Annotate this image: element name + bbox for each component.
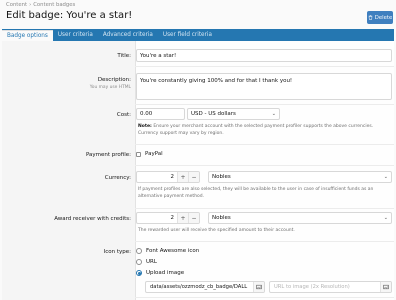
cost-label: Cost:	[116, 112, 131, 118]
cost-note-bold: Note:	[138, 124, 152, 129]
divider	[135, 297, 394, 298]
award-type-value: Nobles	[212, 215, 231, 221]
chevron-down-icon: ⌄	[271, 111, 276, 117]
minus-icon[interactable]: −	[188, 213, 199, 223]
plus-icon[interactable]: +	[177, 213, 188, 223]
currency-amount-stepper[interactable]: 2 + −	[136, 171, 200, 183]
tab-bar: Badge options User criteria Advanced cri…	[2, 29, 394, 41]
divider	[135, 104, 394, 105]
delete-button-label: Delete	[374, 14, 393, 21]
chevron-down-icon: ⌄	[383, 174, 388, 180]
delete-button[interactable]: Delete	[367, 11, 393, 24]
chevron-down-icon: ⌄	[383, 215, 388, 221]
currency-label: Currency:	[104, 175, 131, 181]
divider	[135, 241, 394, 242]
description-textarea[interactable]: You're constantly giving 100% and for th…	[136, 73, 392, 100]
icon-type-label: Icon type:	[103, 249, 131, 255]
title-label: Title:	[117, 53, 131, 59]
tab-user-field-criteria[interactable]: User field criteria	[158, 29, 217, 41]
image-path-value: data/assets/ozzmodz_cb_badge/DALL	[150, 284, 248, 290]
currency-note: If payment profiles are also selected, t…	[138, 187, 374, 199]
icon-type-fontawesome-label: Font Awesome icon	[146, 248, 200, 254]
image-path-input[interactable]: data/assets/ozzmodz_cb_badge/DALL	[145, 281, 265, 293]
currency-type-select[interactable]: Nobles ⌄	[208, 171, 392, 183]
page-title: Edit badge: You're a star!	[6, 10, 133, 21]
icon-type-fontawesome-radio[interactable]: Font Awesome icon	[136, 248, 199, 254]
award-amount-stepper[interactable]: 2 + −	[136, 212, 200, 224]
cost-note: Note: Ensure your merchant account with …	[138, 123, 390, 137]
icon-type-upload-label: Upload image	[146, 270, 185, 276]
currency-select-value: USD - US dollars	[191, 111, 236, 117]
badge-options-form: Title: You're a star! Description: You m…	[2, 41, 394, 300]
breadcrumb-item-content[interactable]: Content	[6, 2, 27, 8]
radio-icon	[136, 248, 142, 254]
payment-profile-label: Payment profile:	[85, 152, 131, 158]
cost-note-text: Ensure your merchant account with the se…	[138, 124, 374, 136]
retina-image-placeholder: URL to image (2x Resolution)	[274, 284, 350, 290]
currency-amount-value[interactable]: 2	[137, 172, 177, 182]
paypal-checkbox[interactable]: PayPal	[136, 151, 163, 157]
icon-type-url-radio[interactable]: URL	[136, 259, 157, 265]
upload-icon[interactable]	[380, 282, 391, 292]
minus-icon[interactable]: −	[188, 172, 199, 182]
award-receiver-label: Award receiver with credits:	[54, 216, 131, 222]
checkbox-icon	[136, 151, 141, 157]
retina-image-input[interactable]: URL to image (2x Resolution)	[269, 281, 392, 293]
breadcrumb-separator: ›	[29, 2, 32, 8]
award-amount-value[interactable]: 2	[137, 213, 177, 223]
radio-selected-icon	[136, 270, 142, 276]
currency-select[interactable]: USD - US dollars ⌄	[187, 108, 280, 120]
plus-icon[interactable]: +	[177, 172, 188, 182]
description-hint: You may use HTML	[89, 85, 131, 90]
divider	[135, 208, 394, 209]
description-label: Description:	[97, 77, 131, 83]
icon-type-url-label: URL	[146, 259, 157, 265]
tab-advanced-criteria[interactable]: Advanced criteria	[98, 29, 158, 41]
tab-badge-options[interactable]: Badge options	[2, 30, 53, 41]
upload-icon[interactable]	[253, 282, 264, 292]
award-note: The rewarded user will receive the speci…	[138, 228, 295, 233]
divider	[135, 144, 394, 145]
currency-type-value: Nobles	[212, 174, 231, 180]
cost-input[interactable]: 0.00	[136, 108, 185, 120]
trash-icon	[368, 15, 373, 20]
paypal-label: PayPal	[145, 151, 163, 157]
title-input[interactable]: You're a star!	[136, 49, 392, 62]
award-type-select[interactable]: Nobles ⌄	[208, 212, 392, 224]
breadcrumb-item-content-badges[interactable]: Content badges	[33, 2, 75, 8]
breadcrumb: Content › Content badges	[6, 2, 75, 8]
tab-user-criteria[interactable]: User criteria	[53, 29, 98, 41]
icon-type-upload-radio[interactable]: Upload image	[136, 270, 184, 276]
radio-icon	[136, 259, 142, 265]
divider	[135, 165, 394, 166]
divider	[135, 66, 394, 67]
